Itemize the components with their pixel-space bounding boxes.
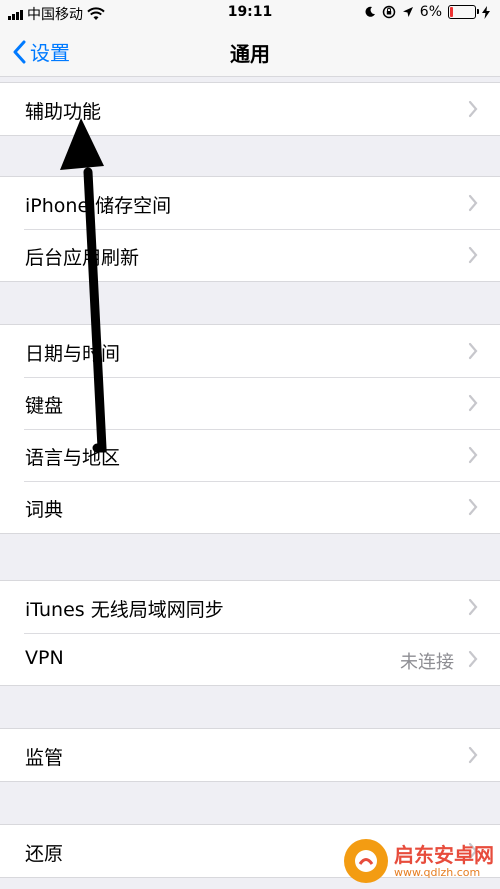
row-label: 词典 xyxy=(25,499,64,521)
row-label: 语言与地区 xyxy=(25,447,121,469)
row-label: 键盘 xyxy=(25,395,64,417)
watermark-url: www.qdlzh.com xyxy=(394,865,481,879)
row-label: iPhone 储存空间 xyxy=(25,195,172,217)
settings-group-network: iTunes 无线局域网同步 VPN 未连接 xyxy=(0,580,500,686)
chevron-right-icon xyxy=(468,598,478,616)
rotation-lock-icon xyxy=(382,5,396,19)
row-label: VPN xyxy=(25,647,64,669)
settings-row-dictionary[interactable]: 词典 xyxy=(0,481,500,533)
row-label: 辅助功能 xyxy=(25,101,102,123)
row-label: 日期与时间 xyxy=(25,343,121,365)
settings-row-background-refresh[interactable]: 后台应用刷新 xyxy=(0,229,500,281)
watermark-logo: 启东安卓网 www.qdlzh.com xyxy=(344,839,494,883)
row-label: iTunes 无线局域网同步 xyxy=(25,599,224,621)
watermark-name: 启东安卓网 xyxy=(394,842,494,867)
status-right: 6% xyxy=(364,4,490,20)
row-label: 后台应用刷新 xyxy=(25,247,140,269)
chevron-right-icon xyxy=(468,100,478,118)
settings-group-supervision: 监管 xyxy=(0,728,500,782)
charging-icon xyxy=(482,5,490,19)
settings-row-keyboard[interactable]: 键盘 xyxy=(0,377,500,429)
moon-icon xyxy=(365,6,375,17)
chevron-right-icon xyxy=(468,650,478,668)
page-title: 通用 xyxy=(230,42,270,66)
chevron-right-icon xyxy=(468,498,478,516)
navigation-bar: 设置 通用 xyxy=(0,26,500,77)
watermark-icon xyxy=(344,839,388,883)
settings-row-vpn[interactable]: VPN 未连接 xyxy=(0,633,500,685)
settings-row-supervision[interactable]: 监管 xyxy=(0,729,500,781)
chevron-right-icon xyxy=(468,394,478,412)
status-bar: 中国移动 19:11 6% xyxy=(0,0,500,26)
chevron-right-icon xyxy=(468,342,478,360)
chevron-right-icon xyxy=(468,746,478,764)
settings-row-date-time[interactable]: 日期与时间 xyxy=(0,325,500,377)
settings-row-iphone-storage[interactable]: iPhone 储存空间 xyxy=(0,177,500,229)
battery-icon xyxy=(448,5,479,19)
settings-row-accessibility[interactable]: 辅助功能 xyxy=(0,83,500,135)
chevron-right-icon xyxy=(468,246,478,264)
row-label: 监管 xyxy=(25,747,64,769)
settings-row-language-region[interactable]: 语言与地区 xyxy=(0,429,500,481)
settings-group-locale: 日期与时间 键盘 语言与地区 词典 xyxy=(0,324,500,534)
vpn-status-value: 未连接 xyxy=(400,652,454,673)
chevron-right-icon xyxy=(468,194,478,212)
location-icon xyxy=(402,7,413,17)
row-label: 还原 xyxy=(25,843,64,865)
settings-group-accessibility: 辅助功能 xyxy=(0,82,500,136)
settings-row-itunes-wifi-sync[interactable]: iTunes 无线局域网同步 xyxy=(0,581,500,633)
settings-group-storage: iPhone 储存空间 后台应用刷新 xyxy=(0,176,500,282)
chevron-right-icon xyxy=(468,446,478,464)
battery-percent: 6% xyxy=(419,4,442,20)
